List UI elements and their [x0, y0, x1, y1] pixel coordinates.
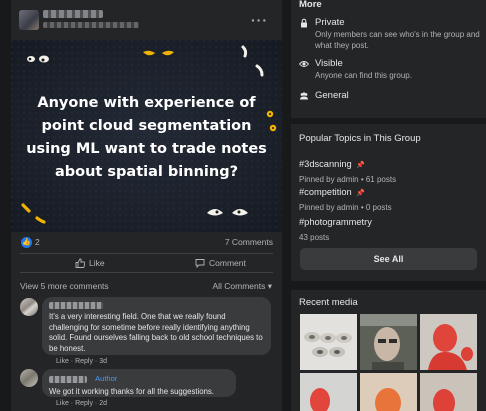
see-all-button[interactable]: See All — [300, 248, 477, 270]
comment-text: We got it working thanks for all the sug… — [49, 386, 214, 396]
recent-media-header: Recent media — [299, 297, 358, 308]
comment-time[interactable]: 2d — [99, 400, 107, 407]
red-figure-print-image — [420, 373, 477, 411]
people-icon — [300, 92, 308, 100]
comment-text: It's a very interesting field. One that … — [49, 312, 263, 353]
topics-header: Popular Topics in This Group — [299, 133, 421, 144]
blurred-post-meta — [43, 22, 139, 28]
post-image-caption: Anyone with experience of point cloud se… — [26, 95, 267, 180]
comment-reply-link[interactable]: Reply — [75, 400, 93, 407]
about-card-title: More — [299, 0, 322, 10]
comments-count[interactable]: 7 Comments — [225, 237, 273, 247]
comment-actions: Like · Reply · 3d — [56, 358, 108, 365]
blurred-author-name[interactable] — [49, 375, 87, 383]
orange-print-image — [360, 373, 417, 411]
media-thumbnail[interactable] — [360, 314, 417, 370]
post-action-bar: Like Comment — [20, 253, 273, 273]
thumbs-up-icon[interactable]: 👍 — [21, 237, 32, 248]
commenter-avatar[interactable] — [20, 298, 38, 316]
all-comments-filter[interactable]: All Comments ▾ — [212, 281, 272, 292]
comment-bubble: It's a very interesting field. One that … — [42, 297, 271, 355]
pin-icon: 📌 — [356, 190, 365, 197]
reaction-count[interactable]: 2 — [35, 237, 40, 247]
visibility-title: Visible — [315, 58, 343, 69]
topic-item[interactable]: #3dscanning 📌 Pinned by admin • 61 posts — [299, 154, 479, 184]
like-button[interactable]: Like — [75, 258, 105, 268]
visibility-description: Anyone can find this group. — [315, 71, 412, 80]
speech-bubble-icon — [195, 259, 205, 268]
comment-time[interactable]: 3d — [99, 358, 107, 365]
lock-icon — [301, 18, 307, 28]
red-prints-image — [300, 373, 357, 411]
author-badge: Author — [95, 374, 118, 383]
comment-button[interactable]: Comment — [195, 258, 246, 268]
comment-like-link[interactable]: Like — [56, 400, 69, 407]
comment-reply-link[interactable]: Reply — [75, 358, 93, 365]
pin-icon: 📌 — [356, 162, 365, 169]
post-header: ··· — [11, 0, 282, 40]
about-group-card: More Private Only members can see who's … — [291, 0, 486, 118]
like-button-label: Like — [89, 258, 105, 268]
thumbs-up-outline-icon — [75, 258, 85, 268]
popular-topics-card: Popular Topics in This Group #3dscanning… — [291, 124, 486, 281]
general-label: General — [315, 90, 349, 101]
blurred-group-name[interactable] — [43, 10, 103, 18]
post-image[interactable]: Anyone with experience of point cloud se… — [11, 40, 282, 232]
recent-media-card: Recent media — [291, 290, 486, 411]
topic-name[interactable]: #3dscanning — [299, 159, 352, 169]
topic-item[interactable]: #photogrammetry 43 posts — [299, 212, 479, 242]
topic-info: Pinned by admin • 0 posts — [299, 203, 392, 212]
privacy-title: Private — [315, 17, 345, 28]
media-thumbnail[interactable] — [420, 373, 477, 411]
topic-item[interactable]: #competition 📌 Pinned by admin • 0 posts — [299, 182, 479, 212]
comment-actions: Like · Reply · 2d — [56, 400, 108, 407]
media-thumbnail[interactable] — [420, 314, 477, 370]
post-card: ··· Anyone with experience of point clou… — [11, 0, 282, 411]
caret-down-icon: ▾ — [267, 281, 272, 291]
comment-button-label: Comment — [209, 258, 246, 268]
tape-rolls-image — [300, 314, 357, 370]
red-bust-print-image — [420, 314, 477, 370]
topic-name[interactable]: #photogrammetry — [299, 217, 372, 227]
comment-like-link[interactable]: Like — [56, 358, 69, 365]
reactions-bar: 👍 2 7 Comments — [11, 232, 282, 252]
eye-icon — [299, 61, 309, 67]
topic-name[interactable]: #competition — [299, 187, 352, 197]
author-avatar[interactable] — [20, 369, 38, 387]
more-options-button[interactable]: ··· — [251, 12, 268, 28]
topic-info: 43 posts — [299, 233, 330, 242]
media-thumbnail[interactable] — [360, 373, 417, 411]
blurred-commenter-name[interactable] — [49, 302, 103, 309]
face-scan-image — [360, 314, 417, 370]
comment-bubble: Author We got it working thanks for all … — [42, 369, 236, 397]
privacy-description: Only members can see who's in the group … — [315, 30, 480, 50]
media-thumbnail[interactable] — [300, 314, 357, 370]
all-comments-label: All Comments — [212, 281, 266, 291]
view-more-comments-link[interactable]: View 5 more comments — [20, 281, 109, 291]
group-avatar[interactable] — [19, 10, 39, 30]
media-thumbnail[interactable] — [300, 373, 357, 411]
